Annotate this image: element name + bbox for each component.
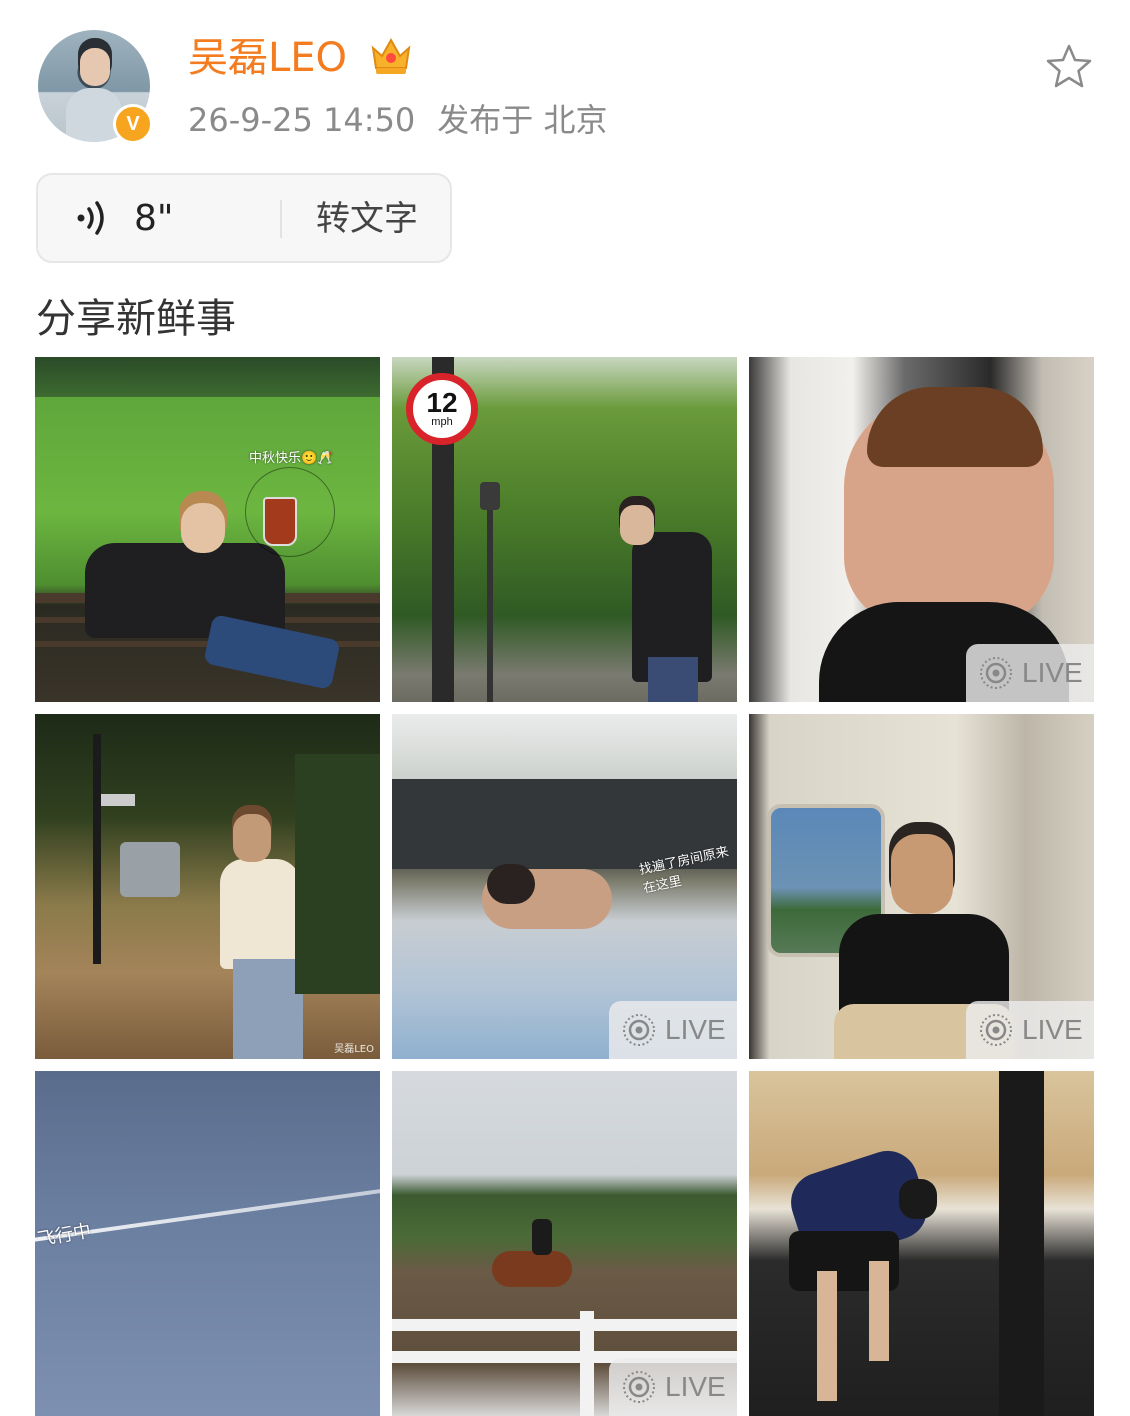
speed-sign-number: 12	[426, 387, 458, 418]
speed-sign-unit: mph	[431, 416, 453, 428]
live-photo-icon	[623, 1371, 655, 1403]
photo-3-live-badge: LIVE	[966, 644, 1094, 702]
live-photo-icon	[623, 1014, 655, 1046]
photo-6-live-badge: LIVE	[966, 1001, 1094, 1059]
voice-divider	[280, 200, 282, 238]
post-text: 分享新鲜事	[36, 296, 236, 342]
author-name[interactable]: 吴磊LEO	[188, 32, 347, 84]
live-photo-icon	[980, 1014, 1012, 1046]
to-text-button[interactable]: 转文字	[316, 195, 418, 243]
live-photo-icon	[980, 657, 1012, 689]
photo-3-live-label: LIVE	[1022, 657, 1083, 688]
photo-2[interactable]: 12 mph	[392, 357, 737, 702]
photo-6-live-label: LIVE	[1022, 1014, 1083, 1045]
crown-icon[interactable]	[368, 34, 414, 76]
avatar-body	[66, 88, 122, 142]
post-timestamp: 26-9-25 14:50	[188, 101, 416, 139]
star-icon[interactable]	[1044, 42, 1094, 92]
photo-4[interactable]: 吴磊LEO	[35, 714, 380, 1059]
avatar-head	[80, 48, 110, 86]
photo-9[interactable]	[749, 1071, 1094, 1416]
voice-duration: 8"	[134, 198, 174, 239]
photo-1-caption: 中秋快乐🙂🥂	[249, 451, 334, 466]
post-location: 发布于 北京	[437, 101, 608, 139]
photo-5-live-label: LIVE	[665, 1014, 726, 1045]
photo-4-watermark: 吴磊LEO	[334, 1044, 374, 1055]
photo-5-live-badge: LIVE	[609, 1001, 737, 1059]
photo-3[interactable]: LIVE	[749, 357, 1094, 702]
photo-6[interactable]: LIVE	[749, 714, 1094, 1059]
photo-8-live-badge: LIVE	[609, 1358, 737, 1416]
voice-wave-icon	[77, 201, 104, 235]
photo-1[interactable]: 中秋快乐🙂🥂	[35, 357, 380, 702]
photo-7[interactable]: 飞行中	[35, 1071, 380, 1416]
verified-badge-icon: V	[113, 104, 153, 144]
photo-5[interactable]: 找遍了房间原来在这里 LIVE	[392, 714, 737, 1059]
photo-8[interactable]: LIVE	[392, 1071, 737, 1416]
post-meta: 26-9-25 14:50 发布于 北京	[188, 98, 607, 142]
photo-7-caption: 飞行中	[35, 1220, 93, 1251]
photo-8-live-label: LIVE	[665, 1371, 726, 1402]
